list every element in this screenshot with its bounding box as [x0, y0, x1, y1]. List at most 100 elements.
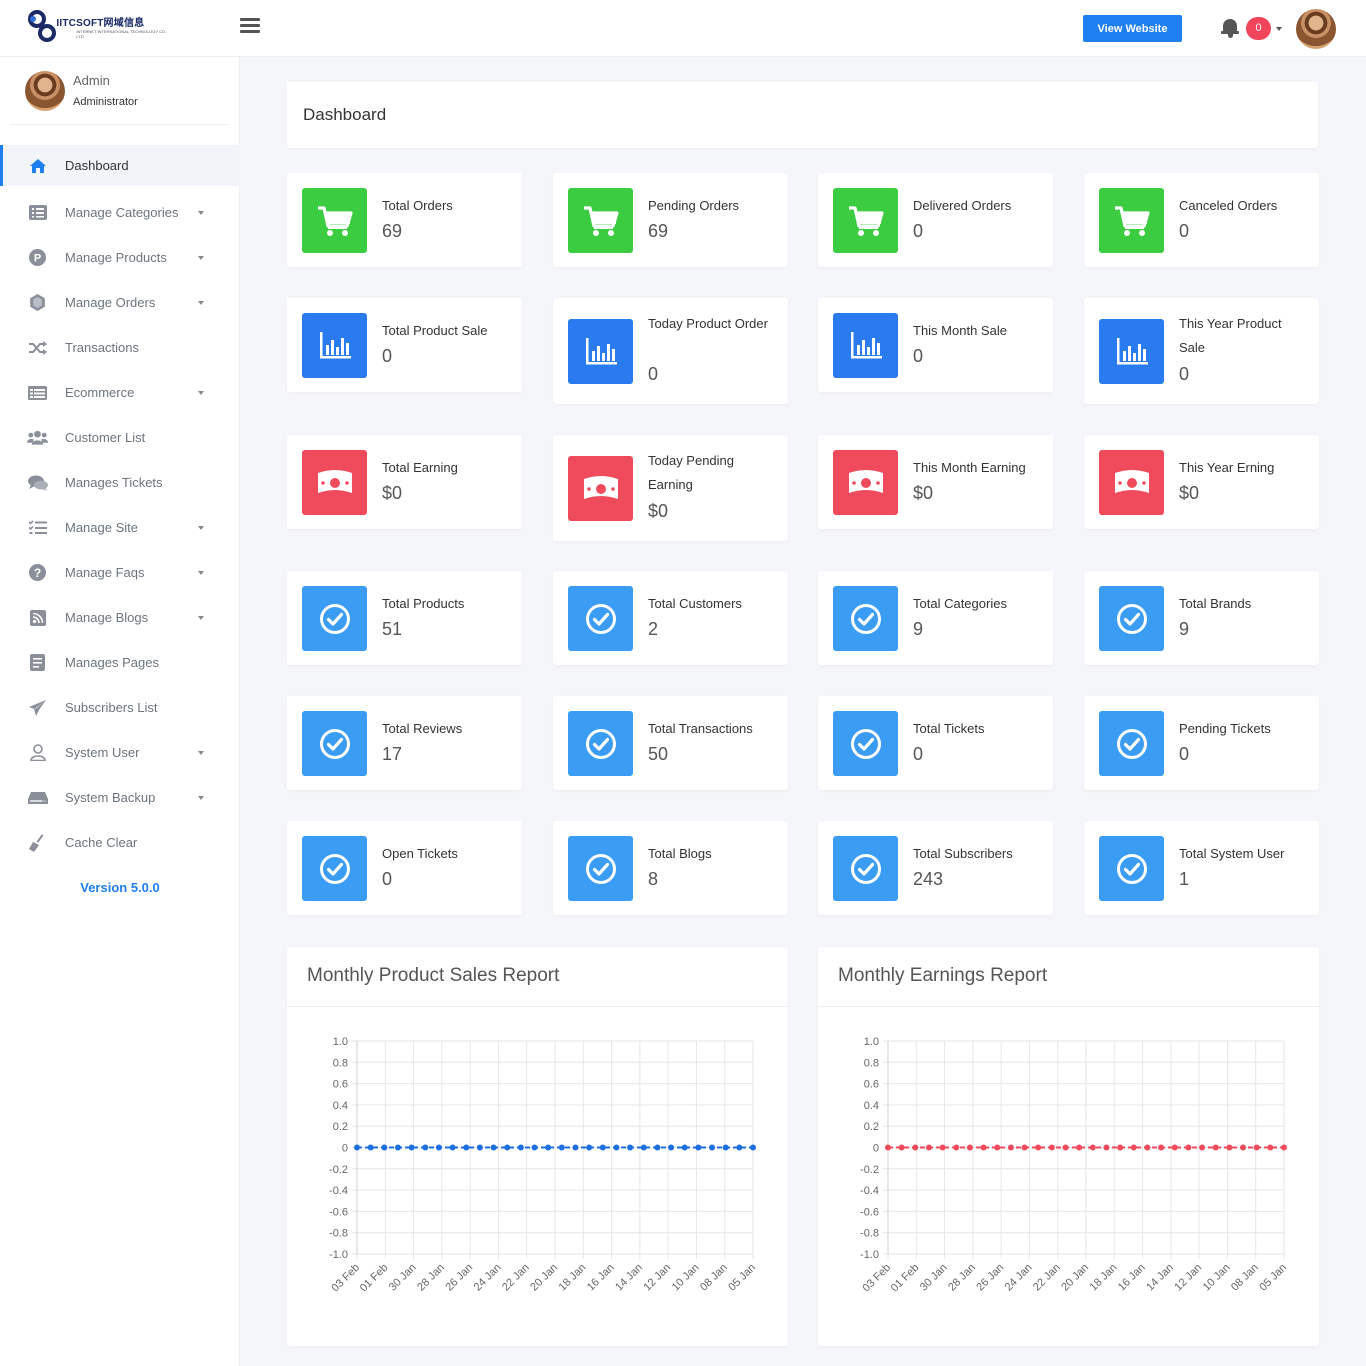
stat-card-total-categories[interactable]: Total Categories 9	[818, 571, 1053, 665]
x-tick-label: 14 Jan	[613, 1262, 645, 1294]
stat-value: 0	[1179, 744, 1190, 764]
comments-icon	[27, 475, 48, 491]
stat-card-total-earning[interactable]: Total Earning $0	[287, 435, 522, 529]
sidebar-item-manages-tickets[interactable]: Manages Tickets	[0, 460, 240, 505]
logo[interactable]: IITCSOFT网域信息 INTERNET INTERNATIONAL TECH…	[22, 4, 172, 48]
sidebar-item-subscribers-list[interactable]: Subscribers List	[0, 685, 240, 730]
ecommerce-icon	[27, 385, 48, 401]
stat-card-total-customers[interactable]: Total Customers 2	[553, 571, 788, 665]
stat-card-open-tickets[interactable]: Open Tickets 0	[287, 821, 522, 915]
x-tick-label: 10 Jan	[1201, 1262, 1233, 1294]
stat-card-this-year-erning[interactable]: This Year Erning $0	[1084, 435, 1319, 529]
orders-icon	[27, 294, 48, 311]
menu-toggle-icon[interactable]	[240, 18, 260, 34]
sidebar-item-manage-site[interactable]: Manage Site	[0, 505, 240, 550]
stat-card-total-reviews[interactable]: Total Reviews 17	[287, 696, 522, 790]
broom-icon	[27, 833, 48, 852]
data-point	[599, 1144, 606, 1151]
users-icon	[27, 430, 48, 446]
stat-label: This Year Erning	[1179, 460, 1275, 475]
y-tick-label: 0.4	[333, 1100, 348, 1112]
data-point	[517, 1144, 524, 1151]
stat-card-total-tickets[interactable]: Total Tickets 0	[818, 696, 1053, 790]
stat-card-delivered-orders[interactable]: Delivered Orders 0	[818, 173, 1053, 267]
data-point	[476, 1144, 483, 1151]
stat-card-pending-orders[interactable]: Pending Orders 69	[553, 173, 788, 267]
stat-label: Today Pending Earning	[648, 453, 735, 492]
sidebar-item-manage-orders[interactable]: Manage Orders	[0, 280, 240, 325]
bell-icon[interactable]	[1221, 19, 1239, 39]
check-circle-icon	[1099, 836, 1164, 901]
sidebar-item-cache-clear[interactable]: Cache Clear	[0, 820, 240, 865]
stat-card-this-month-sale[interactable]: This Month Sale 0	[818, 298, 1053, 392]
data-point	[463, 1144, 470, 1151]
notification-caret-icon[interactable]	[1276, 27, 1282, 31]
stat-value: $0	[1179, 483, 1200, 503]
stat-label: Total Orders	[382, 198, 453, 213]
data-point	[586, 1144, 593, 1151]
sidebar-item-manages-pages[interactable]: Manages Pages	[0, 640, 240, 685]
stat-card-total-transactions[interactable]: Total Transactions 50	[553, 696, 788, 790]
stat-card-total-products[interactable]: Total Products 51	[287, 571, 522, 665]
check-circle-icon	[568, 836, 633, 901]
data-point	[572, 1144, 579, 1151]
data-point	[435, 1144, 442, 1151]
stat-card-total-blogs[interactable]: Total Blogs 8	[553, 821, 788, 915]
data-point	[354, 1144, 360, 1151]
money-icon	[302, 450, 367, 515]
stat-value: $0	[913, 483, 934, 503]
sidebar-item-ecommerce[interactable]: Ecommerce	[0, 370, 240, 415]
stat-card-total-brands[interactable]: Total Brands 9	[1084, 571, 1319, 665]
data-point	[490, 1144, 497, 1151]
x-tick-label: 24 Jan	[1003, 1262, 1035, 1294]
sidebar-item-manage-categories[interactable]: Manage Categories	[0, 190, 240, 235]
view-website-button[interactable]: View Website	[1083, 15, 1182, 42]
stat-label: This Year Product Sale	[1179, 316, 1282, 355]
stat-card-pending-tickets[interactable]: Pending Tickets 0	[1084, 696, 1319, 790]
data-point	[1021, 1144, 1028, 1151]
stat-value: 0	[382, 869, 393, 889]
stat-value: 0	[913, 221, 924, 241]
stat-card-this-year-product-sale[interactable]: This Year Product Sale 0	[1084, 298, 1319, 404]
sidebar-item-system-backup[interactable]: System Backup	[0, 775, 240, 820]
stat-card-total-subscribers[interactable]: Total Subscribers 243	[818, 821, 1053, 915]
y-tick-label: -0.8	[329, 1228, 348, 1240]
stat-label: Pending Orders	[648, 198, 740, 213]
data-point	[966, 1144, 973, 1151]
stat-value: 69	[648, 221, 669, 241]
user-avatar[interactable]	[1296, 9, 1336, 49]
y-tick-label: -0.4	[860, 1185, 879, 1197]
data-point	[668, 1144, 675, 1151]
sidebar-item-customer-list[interactable]: Customer List	[0, 415, 240, 460]
sidebar-item-dashboard[interactable]: Dashboard	[0, 145, 240, 186]
data-point	[367, 1144, 374, 1151]
notification-badge[interactable]: 0	[1246, 17, 1271, 40]
data-point	[1130, 1144, 1137, 1151]
sidebar-item-manage-faqs[interactable]: ? Manage Faqs	[0, 550, 240, 595]
data-point	[695, 1144, 702, 1151]
stat-label: This Month Sale	[913, 323, 1007, 338]
stat-card-today-pending-earning[interactable]: Today Pending Earning $0	[553, 435, 788, 541]
x-tick-label: 08 Jan	[698, 1262, 730, 1294]
sidebar-item-label: Transactions	[65, 340, 139, 355]
stat-card-this-month-earning[interactable]: This Month Earning $0	[818, 435, 1053, 529]
sidebar-item-manage-blogs[interactable]: Manage Blogs	[0, 595, 240, 640]
data-point	[939, 1144, 946, 1151]
sidebar-item-system-user[interactable]: System User	[0, 730, 240, 775]
chevron-down-icon	[198, 616, 204, 620]
y-tick-label: 0.8	[333, 1057, 348, 1069]
y-tick-label: 0	[342, 1143, 348, 1155]
stat-card-total-orders[interactable]: Total Orders 69	[287, 173, 522, 267]
check-circle-icon	[833, 586, 898, 651]
stat-card-canceled-orders[interactable]: Canceled Orders 0	[1084, 173, 1319, 267]
x-tick-label: 28 Jan	[946, 1262, 978, 1294]
data-point	[1253, 1144, 1260, 1151]
stat-card-total-system-user[interactable]: Total System User 1	[1084, 821, 1319, 915]
sidebar-item-manage-products[interactable]: P Manage Products	[0, 235, 240, 280]
tasks-icon	[27, 520, 48, 536]
stat-card-today-product-order[interactable]: Today Product Order 0	[553, 298, 788, 404]
y-tick-label: -1.0	[860, 1249, 879, 1261]
x-tick-label: 03 Feb	[329, 1262, 362, 1295]
stat-card-total-product-sale[interactable]: Total Product Sale 0	[287, 298, 522, 392]
sidebar-item-transactions[interactable]: Transactions	[0, 325, 240, 370]
